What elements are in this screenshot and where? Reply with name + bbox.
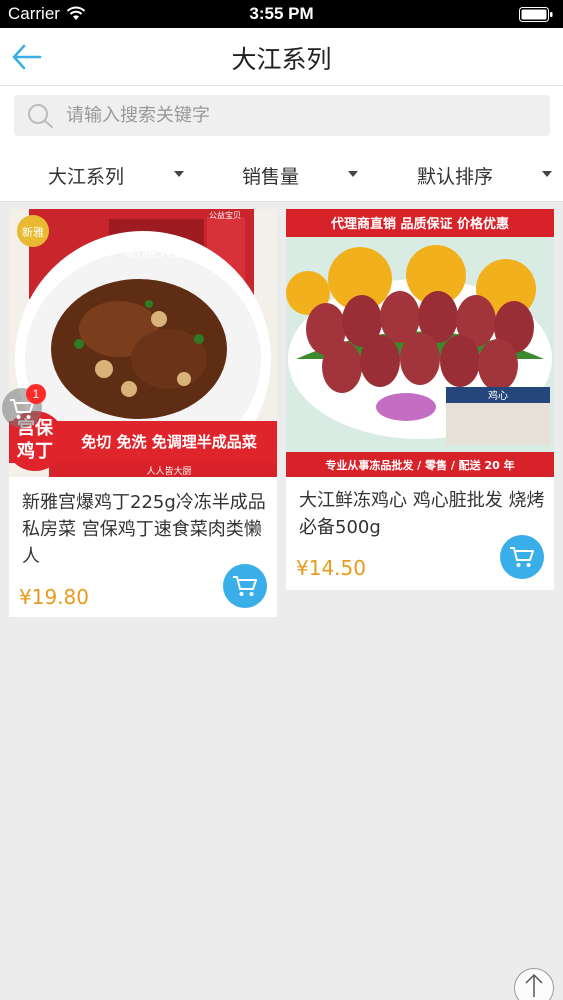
product-name[interactable]: 大江鲜冻鸡心 鸡心脏批发 烧烤必备500g xyxy=(299,487,547,541)
add-to-cart-button[interactable] xyxy=(223,564,267,608)
cart-icon xyxy=(510,547,534,567)
product-card[interactable]: 代理商直销 品质保证 价格优惠 鸡心 专业从事冻品批发 / 零售 / 配送 20 xyxy=(286,209,554,590)
search-area xyxy=(0,86,563,146)
dish-line2-text: 鸡丁 xyxy=(16,440,53,462)
filter-sort-label: 默认排序 xyxy=(417,166,494,188)
corner-tag-text: 公益宝贝 xyxy=(209,210,241,220)
filter-category-label: 大江系列 xyxy=(48,166,125,188)
top-banner-text: 代理商直销 品质保证 价格优惠 xyxy=(330,216,509,232)
filter-sort[interactable]: 默认排序 xyxy=(374,146,561,202)
product-price: ¥14.50 xyxy=(296,556,366,580)
search-box[interactable] xyxy=(14,95,550,136)
package-label-text: 鸡心 xyxy=(488,389,508,402)
page-title: 大江系列 xyxy=(231,45,332,74)
floating-cart-button[interactable]: 1 xyxy=(2,384,46,428)
filter-bar: 大江系列 销售量 默认排序 xyxy=(0,146,563,202)
product-name[interactable]: 新雅宫爆鸡丁225g冷冻半成品私房菜 宫保鸡丁速食菜肉类懒人 xyxy=(22,489,270,570)
chevron-down-icon xyxy=(542,171,552,177)
search-icon xyxy=(28,104,53,128)
product-price: ¥19.80 xyxy=(19,585,89,609)
filter-sales-label: 销售量 xyxy=(242,166,300,188)
product-image[interactable]: 新雅 新雅大厨 公益宝贝 宫保 鸡丁 免切 免洗 免调理半成品菜 人人皆大厨 xyxy=(9,209,277,477)
sub-slogan-text: 人人皆大厨 xyxy=(146,465,191,477)
product-photo: 新雅 新雅大厨 公益宝贝 宫保 鸡丁 免切 免洗 免调理半成品菜 人人皆大厨 xyxy=(9,209,277,477)
product-card[interactable]: 新雅 新雅大厨 公益宝贝 宫保 鸡丁 免切 免洗 免调理半成品菜 人人皆大厨 新… xyxy=(9,209,277,617)
cart-count-badge: 1 xyxy=(26,384,46,404)
clock: 3:55 PM xyxy=(249,4,314,23)
search-input[interactable] xyxy=(66,99,536,132)
status-bar: Carrier 3:55 PM xyxy=(0,0,563,28)
arrow-up-icon xyxy=(525,973,543,997)
nav-bar: 大江系列 xyxy=(0,28,563,86)
product-photo: 代理商直销 品质保证 价格优惠 鸡心 专业从事冻品批发 / 零售 / 配送 20 xyxy=(286,209,554,477)
battery-icon xyxy=(519,7,553,22)
chevron-down-icon xyxy=(348,171,358,177)
filter-category[interactable]: 大江系列 xyxy=(0,146,187,202)
brand-badge-text: 新雅 xyxy=(22,225,44,239)
cart-icon xyxy=(233,576,257,596)
slogan-text: 免切 免洗 免调理半成品菜 xyxy=(81,433,256,451)
filter-sales[interactable]: 销售量 xyxy=(187,146,374,202)
back-to-top-button[interactable] xyxy=(514,968,554,1000)
chevron-down-icon xyxy=(174,171,184,177)
add-to-cart-button[interactable] xyxy=(500,535,544,579)
product-image[interactable]: 代理商直销 品质保证 价格优惠 鸡心 专业从事冻品批发 / 零售 / 配送 20 xyxy=(286,209,554,477)
bottom-banner-text: 专业从事冻品批发 / 零售 / 配送 20 年 xyxy=(325,458,514,472)
brand-name-text: 新雅大厨 xyxy=(125,242,189,261)
